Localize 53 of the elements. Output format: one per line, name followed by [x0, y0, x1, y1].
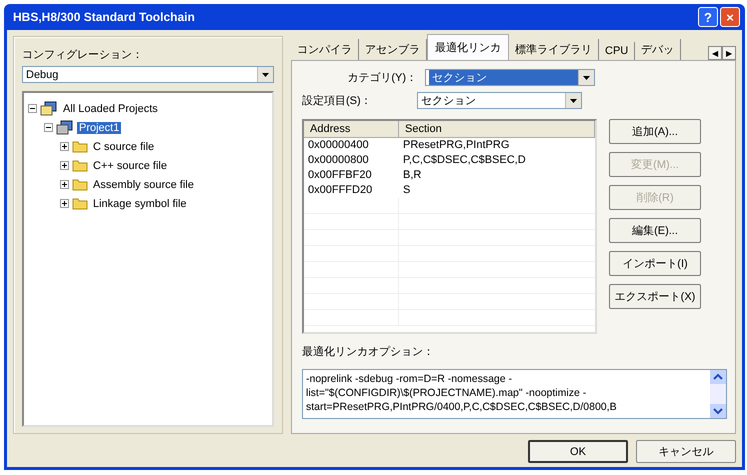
- setting-dropdown[interactable]: セクション: [417, 92, 582, 109]
- action-button[interactable]: インポート(I): [609, 251, 701, 276]
- tab-scroll-button[interactable]: ▶: [722, 46, 736, 60]
- scroll-up-icon[interactable]: [710, 370, 726, 384]
- field-label: 最適化リンカオプション：: [302, 344, 435, 359]
- dropdown-arrow-icon: [262, 72, 269, 76]
- folder-icon: [72, 197, 88, 210]
- dialog-button[interactable]: キャンセル: [636, 440, 736, 463]
- column-header[interactable]: Address: [304, 121, 399, 138]
- field-label: コンフィグレーション：: [22, 48, 144, 62]
- table-cell-text: 0x00FFFD20: [307, 183, 374, 198]
- field-label: 設定項目(S)：: [302, 94, 373, 108]
- tree-item[interactable]: Linkage symbol file: [91, 198, 189, 210]
- tree-item[interactable]: Project1: [77, 122, 122, 134]
- column-header[interactable]: Section: [399, 121, 595, 138]
- projects-icon: [40, 100, 58, 116]
- action-button[interactable]: 編集(E)...: [609, 218, 701, 243]
- collapse-icon[interactable]: [28, 104, 37, 113]
- tab[interactable]: 最適化リンカ: [427, 34, 509, 60]
- category-dropdown[interactable]: セクション: [425, 69, 595, 86]
- action-button[interactable]: 追加(A)...: [609, 119, 701, 144]
- tab-scroll-button[interactable]: ◀: [708, 46, 722, 60]
- table-cell-text: S: [402, 183, 412, 198]
- action-button[interactable]: エクスポート(X): [609, 284, 701, 309]
- help-button[interactable]: ?: [698, 7, 718, 27]
- table-cell-text: P,C,C$DSEC,C$BSEC,D: [402, 153, 527, 168]
- folder-icon: [72, 159, 88, 172]
- expand-icon[interactable]: [60, 199, 69, 208]
- close-button[interactable]: ×: [720, 7, 740, 27]
- expand-icon[interactable]: [60, 180, 69, 189]
- folder-icon: [72, 178, 88, 191]
- configuration-dropdown[interactable]: Debug: [22, 66, 274, 83]
- table-cell-text: 0x00000800: [307, 153, 370, 168]
- tree-item[interactable]: All Loaded Projects: [61, 102, 160, 114]
- dropdown-arrow-icon: [583, 76, 590, 80]
- table-cell-text: B,R: [402, 168, 422, 183]
- expand-icon[interactable]: [60, 161, 69, 170]
- tree-item[interactable]: Assembly source file: [91, 178, 196, 190]
- project-icon: [56, 120, 74, 136]
- expand-icon[interactable]: [60, 142, 69, 151]
- folder-icon: [72, 140, 88, 153]
- scroll-down-icon[interactable]: [710, 404, 726, 418]
- options-field[interactable]: -noprelink -sdebug -rom=D=R -nomessage - list="$(CONFIGDIR)\$(PROJECTNAME).map" -nooptimize - start=PResetPRG,PIntPRG/0400,P,C,C$DSEC,C$BSEC,D/0800,B: [302, 369, 727, 419]
- tree-item[interactable]: C++ source file: [91, 160, 169, 172]
- field-label: カテゴリ(Y)：: [346, 71, 418, 85]
- table-cell-text: 0x00000400: [307, 138, 370, 153]
- tree-item[interactable]: C source file: [91, 140, 156, 152]
- dialog-button[interactable]: OK: [528, 440, 628, 463]
- table-cell-text: 0x00FFBF20: [307, 168, 373, 183]
- table-cell-text: PResetPRG,PIntPRG: [402, 138, 510, 153]
- collapse-icon[interactable]: [44, 123, 53, 132]
- dropdown-arrow-icon: [570, 98, 577, 102]
- window-title: HBS,H8/300 Standard Toolchain: [13, 10, 195, 24]
